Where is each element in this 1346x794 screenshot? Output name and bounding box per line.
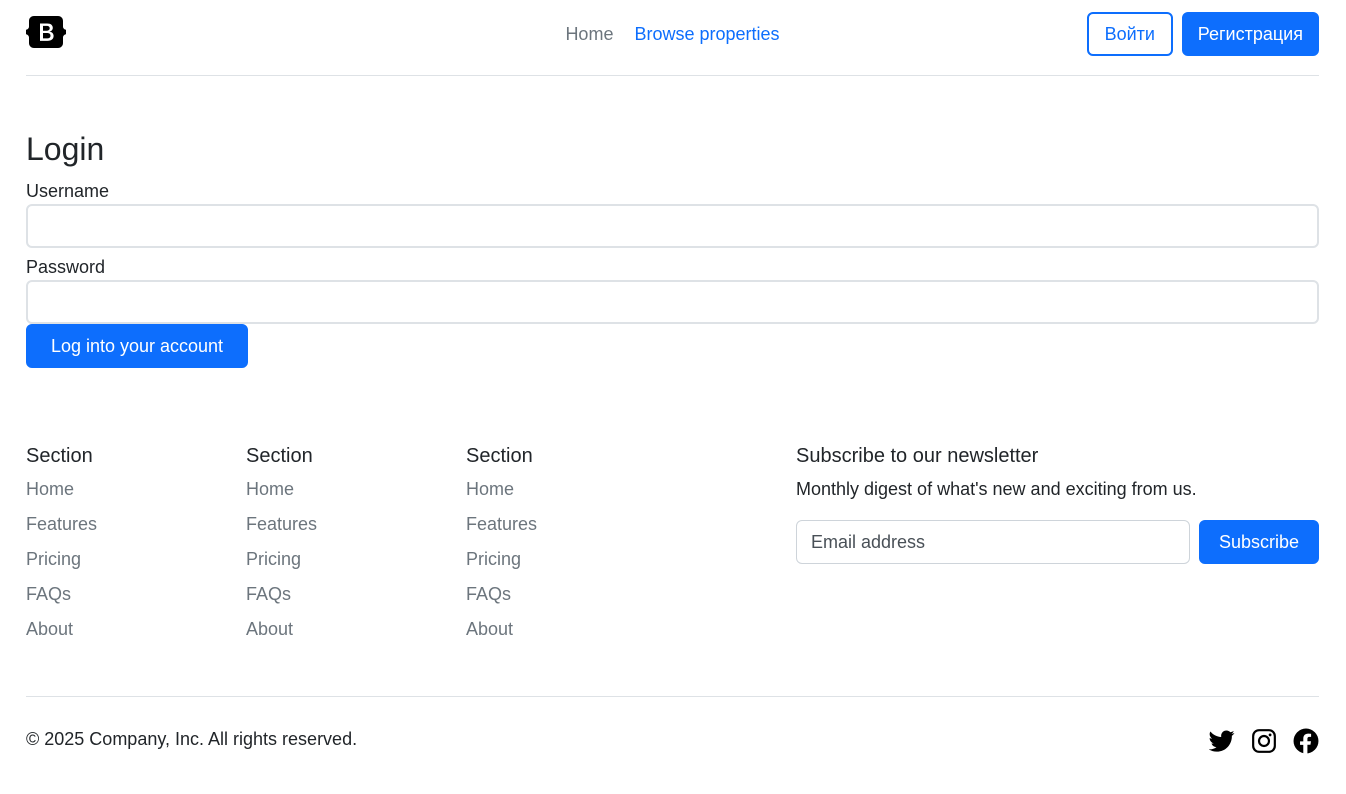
footer-link-faqs[interactable]: FAQs [26,583,206,605]
login-submit-button[interactable]: Log into your account [26,324,248,368]
footer-link-features[interactable]: Features [466,513,646,535]
footer-link-pricing[interactable]: Pricing [246,548,426,570]
footer-link-about[interactable]: About [466,618,646,640]
site-header: Home Browse properties Войти Регистрация [26,0,1319,76]
nav-home-link[interactable]: Home [557,22,621,47]
twitter-icon[interactable] [1209,728,1235,754]
login-form: Login Username Password Log into your ac… [26,130,1319,368]
footer-bottom: © 2025 Company, Inc. All rights reserved… [26,696,1319,794]
newsletter-form: Subscribe [796,520,1319,564]
instagram-icon[interactable] [1251,728,1277,754]
footer-link-about[interactable]: About [246,618,426,640]
newsletter-section: Subscribe to our newsletter Monthly dige… [796,444,1319,564]
newsletter-title: Subscribe to our newsletter [796,445,1039,467]
footer-column-title: Section [26,445,93,467]
footer-link-about[interactable]: About [26,618,206,640]
login-button[interactable]: Войти [1086,12,1173,56]
page-title: Login [26,131,105,167]
facebook-icon[interactable] [1293,728,1319,754]
footer-link-home[interactable]: Home [466,478,646,500]
email-input[interactable] [796,520,1190,564]
username-input[interactable] [26,204,1319,248]
footer-column-1: Section Home Features Pricing FAQs About [26,444,206,653]
auth-buttons: Войти Регистрация [1086,12,1319,56]
password-input[interactable] [26,280,1319,324]
social-links [1209,728,1319,754]
password-label: Password [26,257,106,277]
footer-link-faqs[interactable]: FAQs [466,583,646,605]
footer-column-3: Section Home Features Pricing FAQs About [466,444,646,653]
footer-column-2: Section Home Features Pricing FAQs About [246,444,426,653]
footer-link-home[interactable]: Home [26,478,206,500]
footer-link-features[interactable]: Features [246,513,426,535]
footer-link-pricing[interactable]: Pricing [26,548,206,570]
footer-link-features[interactable]: Features [26,513,206,535]
footer-column-title: Section [466,445,533,467]
nav-browse-properties-link[interactable]: Browse properties [626,22,787,47]
subscribe-button[interactable]: Subscribe [1199,520,1319,564]
register-button[interactable]: Регистрация [1181,12,1319,56]
newsletter-description: Monthly digest of what's new and excitin… [796,479,1197,499]
footer-column-title: Section [246,445,313,467]
footer-link-faqs[interactable]: FAQs [246,583,426,605]
footer-link-home[interactable]: Home [246,478,426,500]
username-label: Username [26,181,110,201]
footer-link-pricing[interactable]: Pricing [466,548,646,570]
copyright-text: © 2025 Company, Inc. All rights reserved… [26,729,358,749]
